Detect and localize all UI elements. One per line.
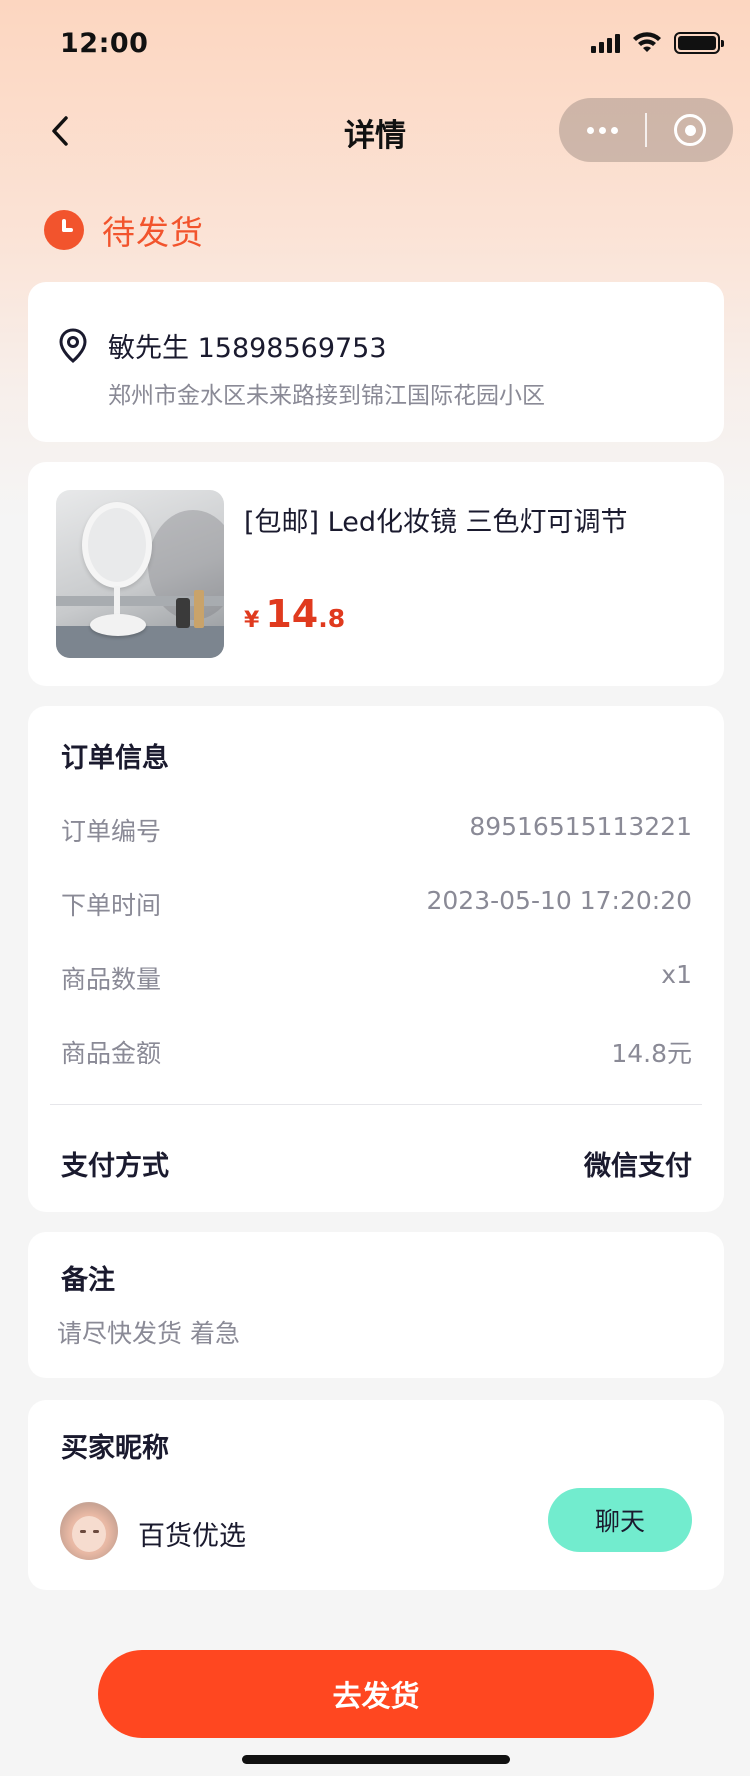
amount-row: 商品金额 14.8元: [61, 1034, 692, 1070]
order-time-row: 下单时间 2023-05-10 17:20:20: [61, 886, 692, 922]
product-card[interactable]: [包邮] Led化妆镜 三色灯可调节 ¥ 14 .8: [28, 462, 724, 686]
status-icons: [591, 30, 724, 56]
order-time-label: 下单时间: [61, 891, 162, 920]
order-status: 待发货: [44, 206, 204, 254]
avatar: [60, 1502, 118, 1560]
product-title: [包邮] Led化妆镜 三色灯可调节: [244, 507, 628, 538]
quantity-row: 商品数量 x1: [61, 960, 692, 996]
amount-value: 14.8元: [611, 1039, 692, 1068]
order-status-label: 待发货: [102, 213, 204, 252]
price-currency: ¥: [244, 608, 260, 633]
order-info-title: 订单信息: [61, 743, 169, 774]
location-pin-icon: [59, 328, 87, 363]
status-bar: 12:00: [0, 0, 750, 88]
wifi-icon: [633, 32, 661, 52]
product-price: ¥ 14 .8: [244, 592, 345, 636]
clock-icon: [44, 210, 84, 250]
divider: [50, 1104, 702, 1105]
recipient-address: 郑州市金水区未来路接到锦江国际花园小区: [108, 383, 545, 409]
battery-icon: [674, 32, 724, 54]
order-number-value: 89516515113221: [469, 812, 692, 841]
mini-program-capsule: [559, 98, 733, 162]
remark-card: 备注 请尽快发货 着急: [28, 1232, 724, 1378]
nav-bar: 详情: [0, 88, 750, 174]
payment-row: 支付方式 微信支付: [61, 1144, 692, 1183]
remark-text: 请尽快发货 着急: [57, 1319, 240, 1348]
quantity-value: x1: [661, 960, 692, 989]
more-menu-button[interactable]: [559, 98, 645, 162]
recipient-name-phone: 敏先生 15898569753: [108, 333, 387, 364]
close-mini-program-button[interactable]: [647, 98, 733, 162]
buyer-title: 买家昵称: [61, 1433, 169, 1464]
amount-label: 商品金额: [61, 1039, 162, 1068]
order-time-value: 2023-05-10 17:20:20: [426, 886, 692, 915]
remark-title: 备注: [61, 1265, 115, 1296]
status-time: 12:00: [60, 28, 149, 59]
price-integer: 14: [265, 592, 319, 636]
payment-value: 微信支付: [584, 1151, 692, 1182]
chat-button[interactable]: 聊天: [548, 1488, 692, 1552]
product-image: [56, 490, 224, 658]
home-indicator: [242, 1755, 510, 1764]
signal-icon: [591, 33, 620, 53]
order-info-card: 订单信息 订单编号 89516515113221 下单时间 2023-05-10…: [28, 706, 724, 1212]
ship-button[interactable]: 去发货: [98, 1650, 654, 1738]
quantity-label: 商品数量: [61, 965, 162, 994]
buyer-card: 买家昵称 百货优选 聊天: [28, 1400, 724, 1590]
price-decimal: .8: [318, 604, 346, 633]
target-icon: [674, 114, 706, 146]
order-number-row: 订单编号 89516515113221: [61, 812, 692, 848]
payment-label: 支付方式: [61, 1151, 169, 1182]
buyer-name: 百货优选: [138, 1521, 246, 1552]
address-card: 敏先生 15898569753 郑州市金水区未来路接到锦江国际花园小区: [28, 282, 724, 442]
order-number-label: 订单编号: [61, 817, 162, 846]
more-icon: [586, 126, 594, 134]
